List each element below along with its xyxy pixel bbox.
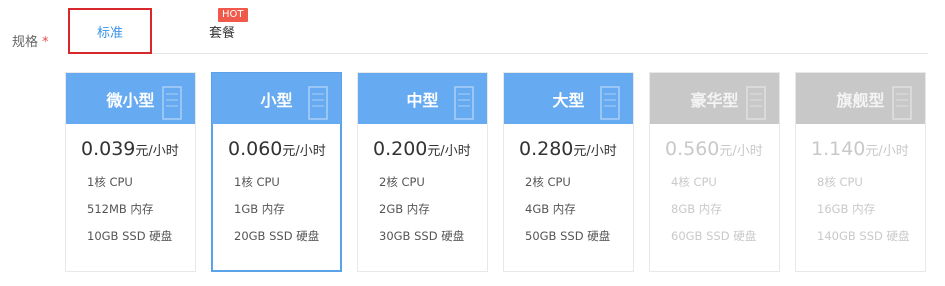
card-disk: 20GB SSD 硬盘 bbox=[234, 229, 320, 243]
spec-card-micro[interactable]: 微小型 0.039元/小时 1核 CPU 512MB 内存 10GB SSD 硬… bbox=[65, 72, 196, 272]
server-rack-icon bbox=[162, 86, 182, 120]
card-price: 0.280元/小时 bbox=[519, 138, 617, 160]
card-title: 小型 bbox=[260, 90, 293, 110]
card-disk: 30GB SSD 硬盘 bbox=[379, 229, 465, 243]
card-header: 豪华型 bbox=[650, 73, 779, 124]
card-price: 0.560元/小时 bbox=[665, 138, 763, 160]
server-rack-icon bbox=[308, 86, 328, 120]
card-cpu: 2核 CPU bbox=[525, 175, 571, 189]
card-header: 中型 bbox=[358, 73, 487, 124]
card-memory: 2GB 内存 bbox=[379, 202, 430, 216]
tab-standard[interactable]: 标准 bbox=[68, 8, 152, 54]
card-disk: 60GB SSD 硬盘 bbox=[671, 229, 757, 243]
card-cpu: 2核 CPU bbox=[379, 175, 425, 189]
spec-card-flagship: 旗舰型 1.140元/小时 8核 CPU 16GB 内存 140GB SSD 硬… bbox=[795, 72, 926, 272]
card-title: 中型 bbox=[406, 90, 439, 110]
card-header: 微小型 bbox=[66, 73, 195, 124]
card-title: 微小型 bbox=[106, 90, 155, 110]
card-memory: 512MB 内存 bbox=[87, 202, 154, 216]
card-price: 0.060元/小时 bbox=[228, 138, 326, 160]
server-rack-icon bbox=[454, 86, 474, 120]
card-cpu: 1核 CPU bbox=[234, 175, 280, 189]
card-header: 大型 bbox=[504, 73, 633, 124]
card-cpu: 8核 CPU bbox=[817, 175, 863, 189]
spec-label: 规格 * bbox=[12, 35, 49, 50]
card-memory: 4GB 内存 bbox=[525, 202, 576, 216]
spec-card-medium[interactable]: 中型 0.200元/小时 2核 CPU 2GB 内存 30GB SSD 硬盘 bbox=[357, 72, 488, 272]
card-price: 1.140元/小时 bbox=[811, 138, 909, 160]
card-title: 旗舰型 bbox=[836, 90, 885, 110]
server-rack-icon bbox=[600, 86, 620, 120]
card-title: 豪华型 bbox=[690, 90, 739, 110]
card-memory: 16GB 内存 bbox=[817, 202, 876, 216]
server-rack-icon bbox=[892, 86, 912, 120]
spec-card-small[interactable]: 小型 0.060元/小时 1核 CPU 1GB 内存 20GB SSD 硬盘 bbox=[211, 72, 342, 272]
server-rack-icon bbox=[746, 86, 766, 120]
card-disk: 10GB SSD 硬盘 bbox=[87, 229, 173, 243]
card-header: 小型 bbox=[212, 73, 341, 124]
card-price: 0.200元/小时 bbox=[373, 138, 471, 160]
card-memory: 8GB 内存 bbox=[671, 202, 722, 216]
card-title: 大型 bbox=[552, 90, 585, 110]
hot-badge: HOT bbox=[218, 8, 248, 22]
card-disk: 140GB SSD 硬盘 bbox=[817, 229, 910, 243]
spec-tabs: 标准 套餐 HOT bbox=[68, 8, 928, 54]
card-memory: 1GB 内存 bbox=[234, 202, 285, 216]
required-mark: * bbox=[42, 35, 49, 50]
card-cpu: 1核 CPU bbox=[87, 175, 133, 189]
spec-card-large[interactable]: 大型 0.280元/小时 2核 CPU 4GB 内存 50GB SSD 硬盘 bbox=[503, 72, 634, 272]
card-price: 0.039元/小时 bbox=[81, 138, 179, 160]
spec-card-deluxe: 豪华型 0.560元/小时 4核 CPU 8GB 内存 60GB SSD 硬盘 bbox=[649, 72, 780, 272]
card-cpu: 4核 CPU bbox=[671, 175, 717, 189]
card-header: 旗舰型 bbox=[796, 73, 925, 124]
card-disk: 50GB SSD 硬盘 bbox=[525, 229, 611, 243]
